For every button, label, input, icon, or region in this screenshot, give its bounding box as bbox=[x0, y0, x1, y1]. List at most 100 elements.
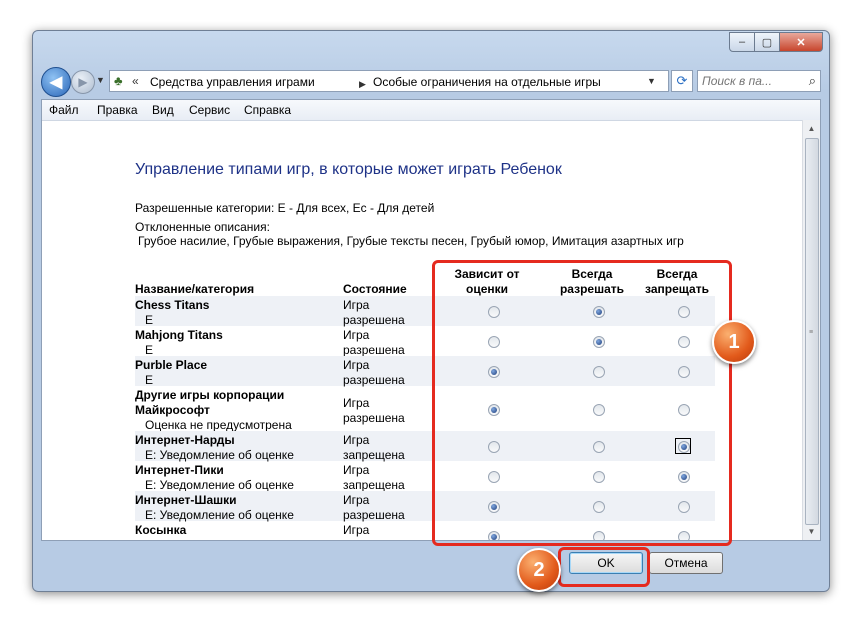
search-input[interactable] bbox=[702, 74, 798, 88]
back-arrow-icon[interactable]: ◀ bbox=[41, 67, 71, 97]
maximize-button[interactable]: ▢ bbox=[755, 32, 780, 52]
game-state: Игра разрешена bbox=[343, 298, 405, 328]
ok-button[interactable]: OK bbox=[569, 552, 643, 574]
column-header-line: Всегда bbox=[656, 267, 698, 281]
table-row: КосынкаE Игра bbox=[135, 521, 715, 540]
address-bar[interactable]: ♣ « Средства управления играми ▶ Особые … bbox=[109, 70, 669, 92]
radio-block[interactable] bbox=[678, 471, 690, 483]
radio-depends[interactable] bbox=[488, 471, 500, 483]
breadcrumb-item-game-controls[interactable]: Средства управления играми bbox=[150, 75, 315, 89]
game-name: Интернет-Шашки bbox=[135, 493, 237, 508]
radio-allow[interactable] bbox=[593, 306, 605, 318]
column-header-state: Состояние bbox=[343, 282, 407, 296]
rejected-descriptors-label: Отклоненные описания: bbox=[135, 220, 270, 234]
game-name-line: Интернет-Пики bbox=[135, 463, 224, 477]
game-name-line: Другие игры корпорации bbox=[135, 388, 285, 402]
minimize-button[interactable]: – bbox=[729, 32, 755, 52]
breadcrumb-chevron-icon[interactable]: ▶ bbox=[359, 79, 366, 90]
radio-allow[interactable] bbox=[593, 441, 605, 453]
breadcrumb-item-game-overrides[interactable]: ▶ Особые ограничения на отдельные игры bbox=[359, 75, 601, 89]
cancel-button[interactable]: Отмена bbox=[649, 552, 723, 574]
game-name: Другие игры корпорации Майкрософт bbox=[135, 388, 284, 418]
radio-block[interactable] bbox=[678, 366, 690, 378]
game-name-line: Косынка bbox=[135, 523, 187, 537]
radio-depends[interactable] bbox=[488, 404, 500, 416]
column-header-block: Всегда запрещать bbox=[627, 267, 727, 297]
radio-allow[interactable] bbox=[593, 336, 605, 348]
menu-tools[interactable]: Сервис bbox=[189, 103, 230, 117]
navigation-bar: ◀ ▶ ▼ ♣ « Средства управления играми ▶ О… bbox=[41, 67, 821, 97]
game-state-line: Игра bbox=[343, 358, 370, 372]
game-state: Игра запрещена bbox=[343, 433, 405, 463]
radio-block[interactable] bbox=[678, 404, 690, 416]
search-icon[interactable]: ⌕ bbox=[809, 73, 816, 89]
menu-view[interactable]: Вид bbox=[152, 103, 174, 117]
column-header-name: Название/категория bbox=[135, 282, 255, 296]
game-state: Игра bbox=[343, 523, 369, 538]
game-name-line: Mahjong Titans bbox=[135, 328, 223, 342]
game-state-line: Игра bbox=[343, 396, 370, 410]
game-name: Интернет-Пики bbox=[135, 463, 224, 478]
search-box[interactable]: ⌕ bbox=[697, 70, 821, 92]
annotation-badge-2: 2 bbox=[517, 548, 561, 592]
window-controls: – ▢ ✕ bbox=[729, 32, 823, 52]
game-name-line: Майкрософт bbox=[135, 403, 210, 417]
table-row: Интернет-Пики E: Уведомление об оценке Игр… bbox=[135, 461, 715, 492]
breadcrumb-overflow[interactable]: « bbox=[132, 74, 139, 88]
radio-depends[interactable] bbox=[488, 441, 500, 453]
table-row: Mahjong Titans E Игра разрешена bbox=[135, 326, 715, 358]
scroll-down-arrow-icon[interactable]: ▼ bbox=[803, 523, 820, 540]
close-button[interactable]: ✕ bbox=[780, 32, 823, 52]
page-title: Управление типами игр, в которые может и… bbox=[135, 161, 562, 178]
radio-allow[interactable] bbox=[593, 471, 605, 483]
radio-depends[interactable] bbox=[488, 501, 500, 513]
game-name: Purble Place bbox=[135, 358, 207, 373]
column-header-line: запрещать bbox=[645, 282, 709, 296]
radio-depends[interactable] bbox=[488, 306, 500, 318]
game-state: Игра разрешена bbox=[343, 328, 405, 358]
scroll-up-arrow-icon[interactable]: ▲ bbox=[803, 120, 820, 137]
history-dropdown-icon[interactable]: ▼ bbox=[96, 75, 105, 85]
grip-icon: ≡ bbox=[809, 329, 814, 336]
refresh-icon[interactable]: ⟳ bbox=[671, 70, 693, 92]
menu-bar: Файл Правка Вид Сервис Справка bbox=[42, 100, 820, 121]
radio-block[interactable] bbox=[678, 501, 690, 513]
radio-allow[interactable] bbox=[593, 404, 605, 416]
radio-block[interactable] bbox=[678, 336, 690, 348]
forward-arrow-icon[interactable]: ▶ bbox=[71, 70, 95, 94]
game-name-line: Chess Titans bbox=[135, 298, 210, 312]
radio-depends[interactable] bbox=[488, 531, 500, 540]
game-rating: E bbox=[145, 538, 153, 540]
radio-depends[interactable] bbox=[488, 366, 500, 378]
radio-depends[interactable] bbox=[488, 336, 500, 348]
address-dropdown-icon[interactable]: ▼ bbox=[647, 76, 656, 86]
radio-allow[interactable] bbox=[593, 501, 605, 513]
focus-rectangle bbox=[675, 438, 691, 454]
radio-block[interactable] bbox=[678, 531, 690, 540]
game-overrides-panel: Управление типами игр, в которые может и… bbox=[42, 121, 804, 540]
annotation-badge-1: 1 bbox=[712, 320, 756, 364]
game-state-line: разрешена bbox=[343, 411, 405, 425]
control-panel-window: – ▢ ✕ ◀ ▶ ▼ ♣ « Средства управления игра… bbox=[32, 30, 830, 592]
table-row: Другие игры корпорации Майкрософт Оценка н… bbox=[135, 386, 715, 432]
radio-block[interactable] bbox=[678, 306, 690, 318]
menu-edit[interactable]: Правка bbox=[97, 103, 138, 117]
game-name-line: Интернет-Нарды bbox=[135, 433, 235, 447]
game-state-line: Игра bbox=[343, 493, 370, 507]
game-state-line: Игра bbox=[343, 298, 370, 312]
breadcrumb-item-label: Особые ограничения на отдельные игры bbox=[373, 75, 601, 89]
table-row: Интернет-Нарды E: Уведомление об оценке Иг… bbox=[135, 431, 715, 463]
game-state-line: Игра bbox=[343, 463, 370, 477]
column-header-depends: Зависит от оценки bbox=[437, 267, 537, 297]
vertical-scrollbar[interactable]: ▲ ≡ ▼ bbox=[802, 120, 820, 540]
table-row: Интернет-Шашки E: Уведомление об оценке Иг… bbox=[135, 491, 715, 522]
scrollbar-thumb[interactable]: ≡ bbox=[805, 138, 819, 525]
game-controls-icon: ♣ bbox=[114, 73, 123, 88]
radio-allow[interactable] bbox=[593, 366, 605, 378]
game-name: Косынка bbox=[135, 523, 186, 538]
menu-file[interactable]: Файл bbox=[49, 103, 79, 117]
game-name: Chess Titans bbox=[135, 298, 209, 313]
allowed-categories: Разрешенные категории: E - Для всех, Ec … bbox=[135, 201, 435, 215]
menu-help[interactable]: Справка bbox=[244, 103, 291, 117]
radio-allow[interactable] bbox=[593, 531, 605, 540]
